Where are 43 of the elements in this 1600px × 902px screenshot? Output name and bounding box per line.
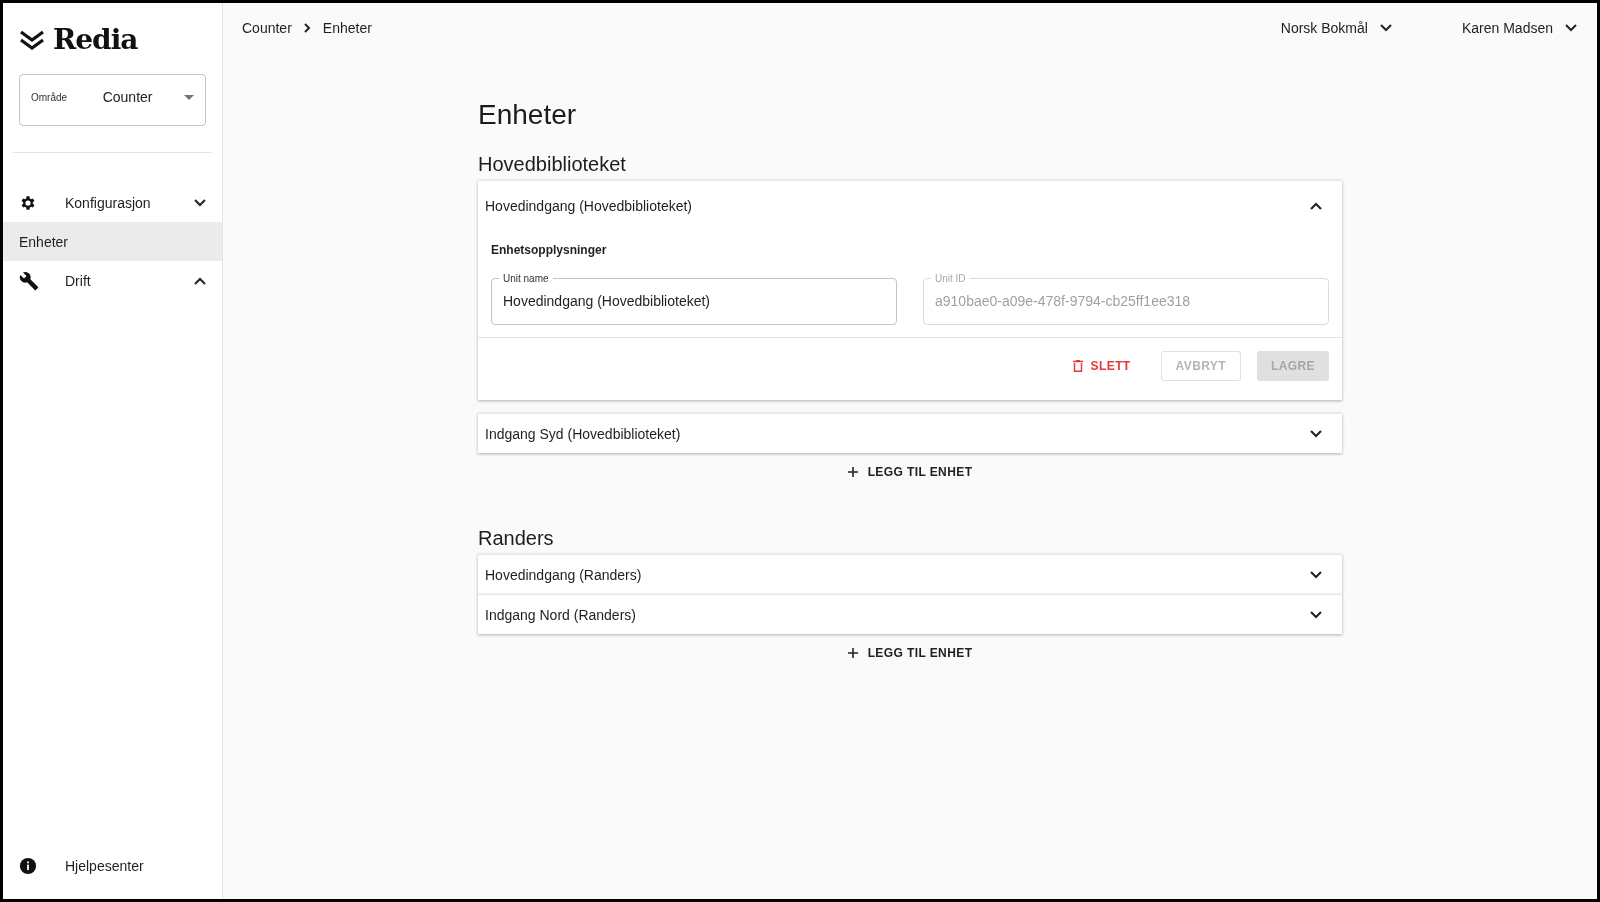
chevron-icon	[194, 198, 206, 207]
chevron-down-icon	[1379, 24, 1392, 32]
dropdown-arrow-icon	[184, 94, 194, 100]
wrench-icon	[19, 270, 39, 291]
nav-group[interactable]: Konfigurasjon	[3, 183, 222, 222]
nav-item[interactable]: Enheter	[3, 222, 222, 261]
field-label: Unit ID	[934, 273, 967, 284]
help-center-link[interactable]: Hjelpesenter	[3, 857, 222, 875]
area-select[interactable]: Område Counter	[19, 74, 206, 126]
plus-icon	[847, 648, 858, 658]
logo-icon	[19, 28, 45, 51]
delete-button[interactable]: SLETT	[1058, 351, 1145, 381]
user-menu[interactable]: Karen Madsen	[1461, 20, 1577, 36]
field-label: Område	[30, 91, 69, 103]
chevron-down-icon	[1565, 24, 1577, 32]
logo-text: Redia	[53, 23, 138, 56]
nav-group[interactable]: Drift	[3, 261, 222, 300]
chevron-up-icon	[1310, 202, 1322, 210]
accordion-header[interactable]: Hovedindgang (Hovedbiblioteket)	[478, 181, 1342, 231]
accordion-header[interactable]: Indgang Syd (Hovedbiblioteket)	[478, 414, 1342, 453]
text-input[interactable]: Hovedindgang (Hovedbiblioteket)	[503, 293, 885, 309]
breadcrumb-current: Enheter	[322, 20, 372, 36]
details-heading: Enhetsopplysninger	[491, 243, 608, 257]
chevron-right-icon	[303, 23, 311, 33]
trash-icon	[1072, 360, 1083, 372]
section-title: Randers	[478, 527, 555, 550]
chevron-down-icon	[1310, 429, 1322, 438]
accordion-header[interactable]: Indgang Nord (Randers)	[478, 595, 1342, 634]
plus-icon	[847, 467, 858, 477]
section-title: Hovedbiblioteket	[478, 153, 627, 176]
language-menu[interactable]: Norsk Bokmål	[1280, 20, 1392, 36]
chevron-down-icon	[1310, 610, 1322, 619]
field-label: Unit name	[502, 273, 550, 284]
settings-icon	[19, 193, 37, 212]
add-unit-button[interactable]: LEGG TIL ENHET	[837, 638, 983, 668]
page-title: Enheter	[478, 99, 578, 131]
breadcrumb-link[interactable]: Counter	[242, 20, 292, 36]
text-field[interactable]: Unit name Hovedindgang (Hovedbiblioteket)	[491, 273, 897, 325]
accordion-header[interactable]: Hovedindgang (Randers)	[478, 555, 1342, 594]
info-icon	[19, 857, 37, 875]
chevron-icon	[194, 276, 206, 285]
add-unit-button[interactable]: LEGG TIL ENHET	[837, 457, 983, 487]
chevron-down-icon	[1310, 570, 1322, 579]
